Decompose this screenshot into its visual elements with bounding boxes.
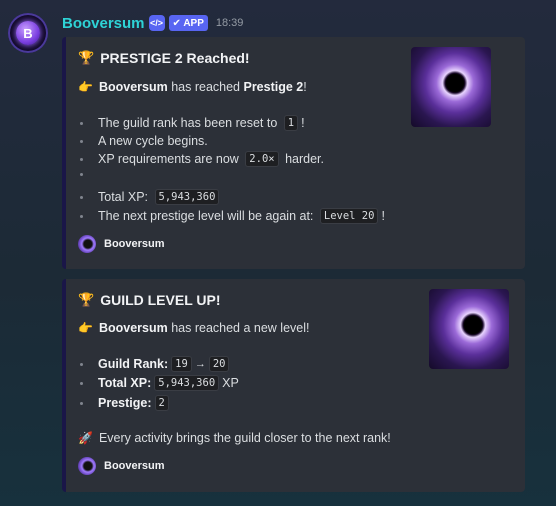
bot-avatar-b-icon: B <box>16 21 40 45</box>
intro-end: ! <box>303 80 307 94</box>
line-text: A new cycle begins. <box>98 134 208 148</box>
list-item: The guild rank has been reset to 1 ! <box>80 115 305 131</box>
closing-line: 🚀 Every activity brings the guild closer… <box>78 431 391 445</box>
message-header: Booversum </> ✔ APP 18:39 <box>62 14 243 32</box>
embed-title: 🏆 PRESTIGE 2 Reached! <box>78 50 250 66</box>
inline-code: 20 <box>208 356 230 372</box>
footer-text: Booversum <box>104 238 165 250</box>
line-label: Guild Rank: <box>98 357 169 371</box>
timestamp: 18:39 <box>215 17 244 29</box>
bot-avatar[interactable]: B <box>8 13 48 53</box>
embed-title-text: PRESTIGE 2 Reached! <box>100 50 250 66</box>
embed-intro: 👉 Booversum has reached Prestige 2 ! <box>78 80 307 94</box>
inline-code: 1 <box>283 115 299 131</box>
prestige-embed: 🏆 PRESTIGE 2 Reached! 👉 Booversum has re… <box>62 37 525 269</box>
embed-title: 🏆 GUILD LEVEL UP! <box>78 292 221 308</box>
line-label: Prestige: <box>98 396 152 410</box>
line-text: The guild rank has been reset to <box>98 116 281 130</box>
line-text: XP <box>222 376 239 390</box>
bullet-icon <box>80 381 83 385</box>
inline-code: 19 <box>171 356 192 372</box>
bullet-icon <box>80 157 83 161</box>
embed-footer: Booversum <box>78 457 165 475</box>
bullet-icon <box>80 121 83 125</box>
list-item: Total XP: 5,943,360 <box>80 189 222 205</box>
developer-badge-icon: </> <box>148 15 165 31</box>
embed-intro: 👉 Booversum has reached a new level! <box>78 321 310 335</box>
list-item: The next prestige level will be again at… <box>80 208 385 224</box>
bullet-icon <box>80 139 83 143</box>
line-text: ! <box>301 116 305 130</box>
bullet-icon <box>80 195 83 199</box>
bullet-icon <box>80 401 83 405</box>
intro-user: Booversum <box>98 321 168 335</box>
line-text: Total XP: <box>98 190 152 204</box>
footer-text: Booversum <box>104 460 165 472</box>
bullet-icon <box>80 214 83 218</box>
pointing-hand-icon: 👉 <box>78 321 93 335</box>
footer-black-hole-icon <box>78 457 96 475</box>
rocket-icon: 🚀 <box>78 431 93 445</box>
bullet-icon <box>80 362 83 366</box>
list-item: Guild Rank: 19 → 20 <box>80 356 232 372</box>
line-label: Total XP: <box>98 376 152 390</box>
intro-text: has reached a new level! <box>167 321 310 335</box>
bullet-icon <box>80 173 83 176</box>
list-item: XP requirements are now 2.0× harder. <box>80 151 324 167</box>
app-badge: ✔ APP <box>168 15 208 31</box>
inline-code: Level 20 <box>319 208 379 224</box>
inline-code: 2 <box>154 395 169 411</box>
closing-text: Every activity brings the guild closer t… <box>98 431 391 445</box>
embed-footer: Booversum <box>78 235 165 253</box>
trophy-icon: 🏆 <box>78 292 95 307</box>
inline-code: 5,943,360 <box>154 375 220 391</box>
level-up-embed: 🏆 GUILD LEVEL UP! 👉 Booversum has reache… <box>62 279 525 492</box>
trophy-icon: 🏆 <box>78 50 95 65</box>
line-text: ! <box>381 209 385 223</box>
list-item-empty <box>80 173 98 176</box>
inline-code: 2.0× <box>245 151 279 167</box>
intro-bold: Prestige 2 <box>243 80 304 94</box>
intro-user: Booversum <box>98 80 168 94</box>
username[interactable]: Booversum <box>62 15 145 32</box>
footer-black-hole-icon <box>78 235 96 253</box>
pointing-hand-icon: 👉 <box>78 80 93 94</box>
inline-code: 5,943,360 <box>154 189 220 205</box>
list-item: Prestige: 2 <box>80 395 172 411</box>
embed-title-text: GUILD LEVEL UP! <box>100 292 221 308</box>
black-hole-thumbnail[interactable] <box>429 289 509 369</box>
black-hole-thumbnail[interactable] <box>411 47 491 127</box>
list-item: A new cycle begins. <box>80 134 208 148</box>
line-text: harder. <box>281 152 324 166</box>
line-text: The next prestige level will be again at… <box>98 209 317 223</box>
intro-text: has reached <box>167 80 244 94</box>
list-item: Total XP: 5,943,360 XP <box>80 375 239 391</box>
arrow-icon: → <box>194 358 206 370</box>
line-text: XP requirements are now <box>98 152 243 166</box>
